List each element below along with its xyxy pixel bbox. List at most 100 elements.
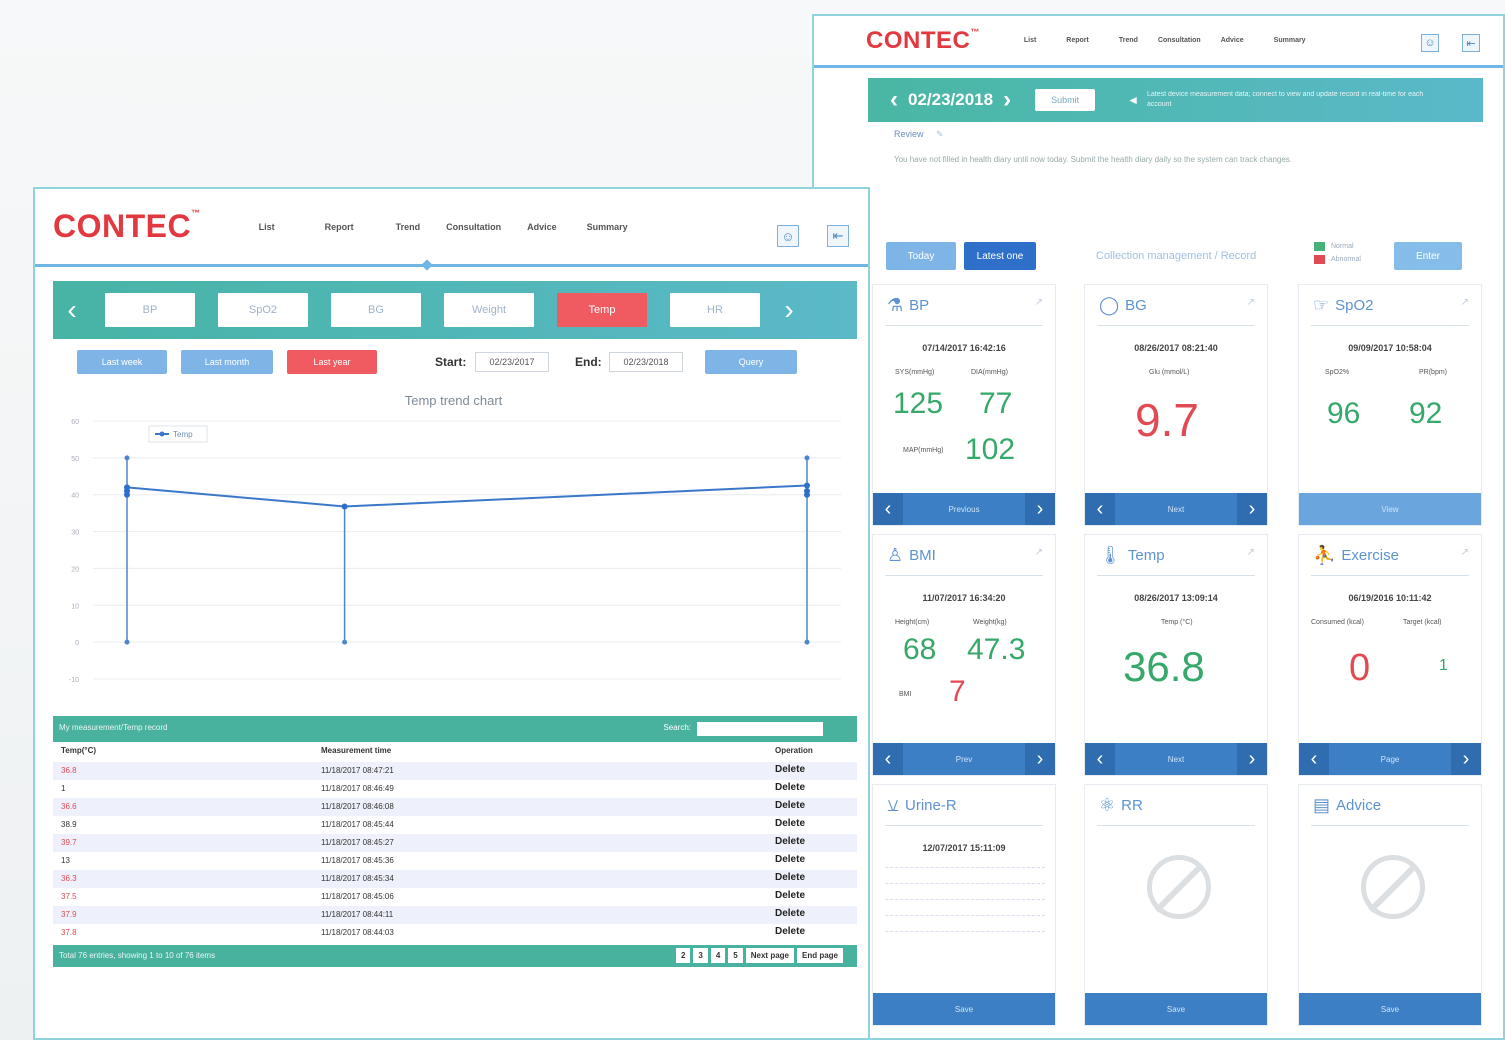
tab-bp[interactable]: BP xyxy=(105,293,195,327)
nav-consultation[interactable]: Consultation xyxy=(446,222,501,232)
tab-spo2[interactable]: SpO2 xyxy=(218,293,308,327)
tabs-next-button[interactable]: › xyxy=(770,294,808,326)
delete-button[interactable]: Delete xyxy=(775,800,805,811)
next-date-button[interactable]: › xyxy=(993,86,1021,114)
delete-button[interactable]: Delete xyxy=(775,836,805,847)
label-spo2: SpO2% xyxy=(1325,369,1350,376)
card-nav-label: Next xyxy=(1167,504,1185,514)
delete-button[interactable]: Delete xyxy=(775,782,805,793)
search-input[interactable] xyxy=(697,722,823,736)
card-prev-button[interactable]: ‹ xyxy=(873,493,903,525)
nav-consultation[interactable]: Consultation xyxy=(1158,37,1201,44)
page-4[interactable]: 4 xyxy=(710,948,726,963)
start-label: Start: xyxy=(435,355,467,369)
collection-link[interactable]: Collection management / Record xyxy=(1096,250,1256,262)
card-save-button[interactable]: Save xyxy=(1381,1005,1399,1014)
trend-icon[interactable]: ↗ xyxy=(1035,297,1043,308)
card-prev-button[interactable]: ‹ xyxy=(1085,743,1115,775)
submit-button[interactable]: Submit xyxy=(1035,89,1096,111)
tab-hr[interactable]: HR xyxy=(670,293,760,327)
trend-icon[interactable]: ↗ xyxy=(1461,297,1469,308)
card-save-button[interactable]: Save xyxy=(955,1005,973,1014)
enter-button[interactable]: Enter xyxy=(1394,242,1462,270)
logout-icon[interactable]: ⇤ xyxy=(827,225,849,247)
tabs-prev-button[interactable]: ‹ xyxy=(53,294,91,326)
y-tick-label: 0 xyxy=(75,640,79,647)
card-save-button[interactable]: Save xyxy=(1167,1005,1185,1014)
tab-weight[interactable]: Weight xyxy=(444,293,534,327)
nav-advice[interactable]: Advice xyxy=(1221,37,1244,44)
trend-icon[interactable]: ↗ xyxy=(1461,547,1469,558)
delete-button[interactable]: Delete xyxy=(775,908,805,919)
card-prev-button[interactable]: ‹ xyxy=(1299,743,1329,775)
card-nav-label[interactable]: View xyxy=(1381,505,1398,514)
nav-advice[interactable]: Advice xyxy=(527,222,557,232)
last-year-button[interactable]: Last year xyxy=(287,350,377,374)
card-next-button[interactable]: › xyxy=(1236,743,1267,775)
nav-list[interactable]: List xyxy=(1024,37,1036,44)
delete-button[interactable]: Delete xyxy=(775,926,805,937)
end-page-button[interactable]: End page xyxy=(796,948,843,963)
blood-pressure-icon: ⚗ xyxy=(887,295,904,315)
lungs-icon: ⚛ xyxy=(1099,795,1116,815)
trend-icon[interactable]: ↗ xyxy=(1247,297,1255,308)
delete-button[interactable]: Delete xyxy=(775,890,805,901)
card-title-temp: 🌡 Temp xyxy=(1099,545,1165,565)
nav-report[interactable]: Report xyxy=(325,222,354,232)
card-next-button[interactable]: › xyxy=(1025,493,1055,525)
nav-summary[interactable]: Summary xyxy=(1274,37,1306,44)
edit-icon[interactable]: ✎ xyxy=(936,129,944,139)
y-tick-label: 60 xyxy=(71,419,79,426)
start-date-input[interactable]: 02/23/2017 xyxy=(475,352,549,372)
value-spo2: 96 xyxy=(1327,397,1361,430)
tab-bg[interactable]: BG xyxy=(331,293,421,327)
page-2[interactable]: 2 xyxy=(675,948,691,963)
card-nav-bar: Save xyxy=(873,993,1055,1025)
table-row: 37.8 11/18/2017 08:44:03 Delete xyxy=(53,924,857,942)
value-height: 68 xyxy=(903,633,937,666)
query-button[interactable]: Query xyxy=(705,350,797,374)
y-tick-label: 20 xyxy=(71,566,79,573)
nav-trend[interactable]: Trend xyxy=(396,222,421,232)
trend-icon[interactable]: ↗ xyxy=(1035,547,1043,558)
card-prev-button[interactable]: ‹ xyxy=(1085,493,1115,525)
col-time[interactable]: Measurement time xyxy=(321,746,391,755)
cell-temp: 36.6 xyxy=(61,802,77,811)
dashboard-header: CONTEC™ List Report Trend Consultation A… xyxy=(814,16,1503,68)
series-line xyxy=(126,484,808,508)
delete-button[interactable]: Delete xyxy=(775,872,805,883)
delete-button[interactable]: Delete xyxy=(775,764,805,775)
end-date-input[interactable]: 02/23/2018 xyxy=(609,352,683,372)
delete-button[interactable]: Delete xyxy=(775,854,805,865)
divider xyxy=(885,575,1043,576)
today-button[interactable]: Today xyxy=(886,242,956,270)
user-icon[interactable]: ☺ xyxy=(777,225,799,247)
user-icon[interactable]: ☺ xyxy=(1421,34,1439,52)
nav-list[interactable]: List xyxy=(259,222,275,232)
latest-one-button[interactable]: Latest one xyxy=(964,242,1036,270)
table-row: 13 11/18/2017 08:45:36 Delete xyxy=(53,852,857,870)
card-nav-bar: ‹ Page › xyxy=(1299,743,1481,775)
trend-icon[interactable]: ↗ xyxy=(1247,547,1255,558)
card-nav-label: Page xyxy=(1380,754,1400,764)
logout-icon[interactable]: ⇤ xyxy=(1462,34,1480,52)
cell-time: 11/18/2017 08:47:21 xyxy=(321,766,394,775)
card-prev-button[interactable]: ‹ xyxy=(873,743,903,775)
nav-summary[interactable]: Summary xyxy=(587,222,628,232)
card-next-button[interactable]: › xyxy=(1236,493,1267,525)
tab-temp[interactable]: Temp xyxy=(557,293,647,327)
nav-trend[interactable]: Trend xyxy=(1119,37,1138,44)
card-next-button[interactable]: › xyxy=(1024,743,1055,775)
date-bar-note: Latest device measurement data; connect … xyxy=(1146,91,1424,108)
card-next-button[interactable]: › xyxy=(1451,743,1481,775)
delete-button[interactable]: Delete xyxy=(775,818,805,829)
next-page-button[interactable]: Next page xyxy=(745,948,794,963)
cell-temp: 37.5 xyxy=(61,892,77,901)
col-temp[interactable]: Temp(°C) xyxy=(61,746,96,755)
last-month-button[interactable]: Last month xyxy=(181,350,273,374)
prev-date-button[interactable]: ‹ xyxy=(880,86,908,114)
nav-report[interactable]: Report xyxy=(1066,37,1089,44)
last-week-button[interactable]: Last week xyxy=(77,350,167,374)
page-5[interactable]: 5 xyxy=(728,948,743,963)
page-3[interactable]: 3 xyxy=(693,948,708,963)
